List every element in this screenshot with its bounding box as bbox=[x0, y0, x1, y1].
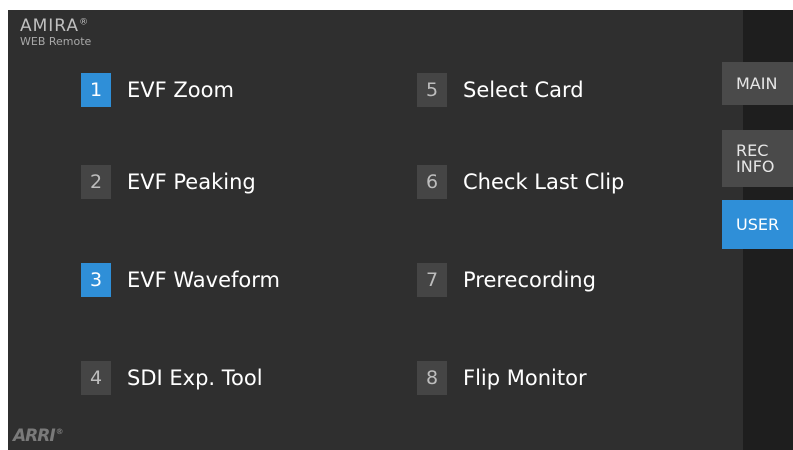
user-button-number: 7 bbox=[417, 263, 447, 297]
sidebar: MAIN REC INFO USER bbox=[722, 10, 793, 450]
user-button-number: 2 bbox=[81, 165, 111, 199]
user-button-3[interactable]: 3 EVF Waveform bbox=[81, 263, 280, 297]
user-button-label: SDI Exp. Tool bbox=[127, 366, 263, 390]
arri-logo: ARRI® bbox=[13, 426, 64, 446]
user-button-label: Check Last Clip bbox=[463, 170, 625, 194]
user-button-number: 1 bbox=[81, 73, 111, 107]
user-button-number: 6 bbox=[417, 165, 447, 199]
user-button-label: EVF Waveform bbox=[127, 268, 280, 292]
user-button-5[interactable]: 5 Select Card bbox=[417, 73, 584, 107]
user-button-6[interactable]: 6 Check Last Clip bbox=[417, 165, 624, 199]
amira-web-remote-logo: AMIRA® WEB Remote bbox=[20, 16, 92, 48]
tab-rec-info[interactable]: REC INFO bbox=[722, 130, 793, 187]
user-button-label: Select Card bbox=[463, 78, 584, 102]
user-button-number: 8 bbox=[417, 361, 447, 395]
user-button-number: 3 bbox=[81, 263, 111, 297]
user-button-2[interactable]: 2 EVF Peaking bbox=[81, 165, 256, 199]
user-button-number: 4 bbox=[81, 361, 111, 395]
user-button-label: Flip Monitor bbox=[463, 366, 587, 390]
tab-main[interactable]: MAIN bbox=[722, 62, 793, 105]
user-button-label: EVF Peaking bbox=[127, 170, 256, 194]
user-button-1[interactable]: 1 EVF Zoom bbox=[81, 73, 234, 107]
user-button-number: 5 bbox=[417, 73, 447, 107]
tab-user-label: USER bbox=[736, 214, 780, 234]
user-button-4[interactable]: 4 SDI Exp. Tool bbox=[81, 361, 263, 395]
user-button-label: Prerecording bbox=[463, 268, 596, 292]
user-button-7[interactable]: 7 Prerecording bbox=[417, 263, 596, 297]
amira-logo: AMIRA® bbox=[20, 16, 90, 36]
user-button-8[interactable]: 8 Flip Monitor bbox=[417, 361, 587, 395]
tab-user[interactable]: USER bbox=[722, 200, 793, 249]
tab-rec-info-label-line2: INFO bbox=[736, 156, 775, 176]
brand-subtitle: WEB Remote bbox=[20, 35, 92, 48]
app-screen: AMIRA® WEB Remote 1 EVF Zoom 2 EVF Peaki… bbox=[8, 10, 793, 450]
tab-main-label: MAIN bbox=[736, 73, 778, 93]
user-button-label: EVF Zoom bbox=[127, 78, 234, 102]
